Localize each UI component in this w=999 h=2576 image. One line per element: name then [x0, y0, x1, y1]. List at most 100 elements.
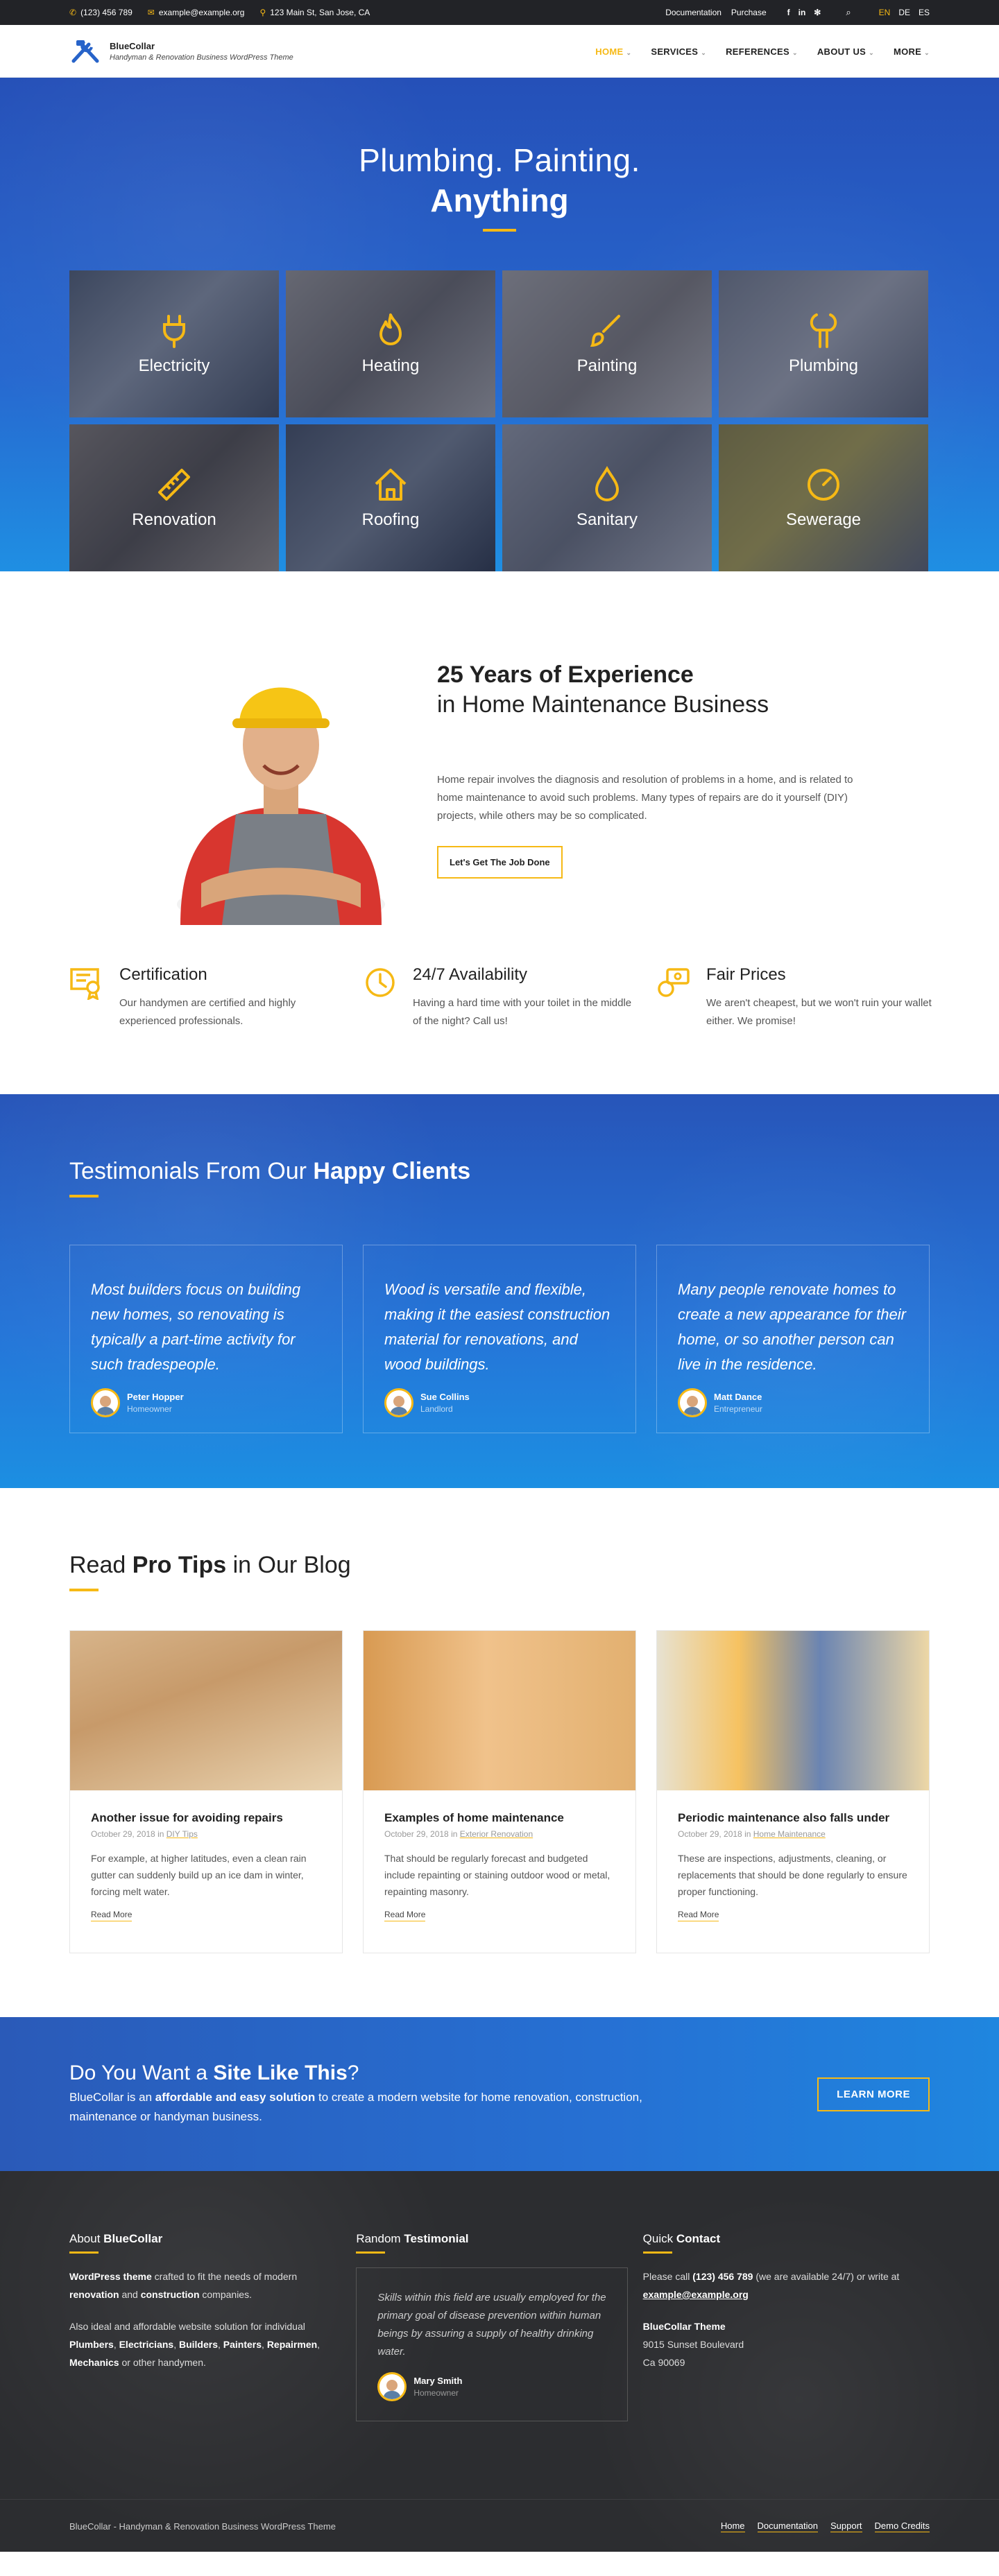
service-label: Renovation	[132, 510, 216, 529]
language-de[interactable]: DE	[898, 8, 910, 17]
testimonial-quote: Wood is versatile and flexible, making i…	[384, 1281, 610, 1373]
service-label: Roofing	[361, 510, 420, 529]
service-tile-renovation[interactable]: Renovation	[69, 424, 279, 571]
blog-post-meta: October 29, 2018 in Exterior Renovation	[384, 1829, 533, 1839]
blog-post-title[interactable]: Periodic maintenance also falls under	[678, 1811, 908, 1825]
email-contact[interactable]: ✉ example@example.org	[148, 8, 245, 17]
feature-fair-prices: Fair Prices We aren't cheapest, but we wo…	[656, 965, 950, 1030]
logo-tools-icon[interactable]	[69, 37, 101, 65]
read-more-link[interactable]: Read More	[91, 1910, 133, 1921]
feature-certification: Certification Our handymen are certified …	[69, 965, 363, 1030]
blog-post-category[interactable]: DIY Tips	[166, 1829, 198, 1839]
cta-text: BlueCollar is an affordable and easy sol…	[69, 2091, 642, 2123]
service-tile-electricity[interactable]: Electricity	[69, 270, 279, 417]
language-en[interactable]: EN	[879, 8, 891, 17]
chevron-down-icon: ⌄	[626, 49, 632, 56]
blog-post-excerpt: These are inspections, adjustments, clea…	[678, 1853, 907, 1897]
testimonial-name: Peter Hopper	[127, 1392, 184, 1402]
chevron-down-icon: ⌄	[792, 49, 798, 56]
read-more-link[interactable]: Read More	[384, 1910, 426, 1921]
service-tile-roofing[interactable]: Roofing	[286, 424, 495, 571]
blog-post-category[interactable]: Exterior Renovation	[460, 1829, 533, 1839]
blog-post-card: Examples of home maintenance October 29,…	[363, 1630, 636, 1953]
droplet-icon	[595, 466, 620, 501]
footer-testimonial-quote: Skills within this field are usually emp…	[377, 2292, 606, 2358]
hero-title-line2: Anything	[430, 182, 569, 218]
blog-post-title[interactable]: Another issue for avoiding repairs	[91, 1811, 321, 1825]
experience-paragraph: Home repair involves the diagnosis and r…	[437, 774, 853, 822]
search-icon[interactable]: ⌕	[846, 7, 851, 18]
footer-about: About BlueCollar WordPress theme crafted…	[69, 2232, 356, 2421]
service-tile-painting[interactable]: Painting	[502, 270, 712, 417]
yelp-icon[interactable]: ✻	[814, 8, 821, 17]
feature-text: Having a hard time with your toilet in t…	[413, 997, 632, 1027]
get-job-done-button[interactable]: Let's Get The Job Done	[437, 846, 563, 879]
chevron-down-icon: ⌄	[924, 49, 930, 56]
cta-heading: Do You Want a Site Like This?	[69, 2061, 359, 2084]
site-title[interactable]: BlueCollar	[110, 41, 293, 51]
footer-about-text: WordPress theme crafted to fit the needs…	[69, 2271, 298, 2300]
footer-link-support[interactable]: Support	[830, 2521, 862, 2532]
service-label: Sewerage	[785, 510, 862, 529]
blog-post-category[interactable]: Home Maintenance	[753, 1829, 826, 1839]
read-more-link[interactable]: Read More	[678, 1910, 719, 1921]
title-underline	[483, 229, 516, 232]
testimonials-heading: Testimonials From Our Happy Clients	[69, 1158, 471, 1184]
feature-title: Certification	[119, 965, 207, 984]
nav-about-us[interactable]: ABOUT US ⌄	[817, 46, 874, 57]
linkedin-icon[interactable]: in	[799, 8, 806, 17]
feature-title: 24/7 Availability	[413, 965, 527, 984]
testimonial-role: Homeowner	[127, 1404, 172, 1414]
map-pin-icon: ⚲	[259, 8, 266, 17]
documentation-link[interactable]: Documentation	[665, 8, 722, 17]
experience-subheading: in Home Maintenance Business	[437, 691, 769, 718]
footer-phone[interactable]: (123) 456 789	[692, 2271, 753, 2282]
nav-more[interactable]: MORE ⌄	[894, 46, 930, 57]
nav-services[interactable]: SERVICES ⌄	[651, 46, 706, 57]
footer-email-link[interactable]: example@example.org	[643, 2289, 749, 2300]
nav-home[interactable]: HOME ⌄	[595, 46, 631, 57]
footer-link-demo-credits[interactable]: Demo Credits	[874, 2521, 930, 2532]
copyright-text: BlueCollar - Handyman & Renovation Busin…	[69, 2521, 336, 2532]
blog-heading: Read Pro Tips in Our Blog	[69, 1552, 351, 1578]
testimonial-name: Sue Collins	[420, 1392, 470, 1402]
purchase-link[interactable]: Purchase	[731, 8, 767, 17]
footer-address: BlueCollar Theme 9015 Sunset Boulevard Ca …	[642, 2321, 744, 2368]
footer-contact-text: Please call (123) 456 789 (we are availa…	[642, 2271, 900, 2300]
service-tile-plumbing[interactable]: Plumbing	[719, 270, 928, 417]
blog-post-image[interactable]	[70, 1631, 342, 1790]
testimonial-card: Wood is versatile and flexible, making i…	[363, 1245, 636, 1433]
hero-title-line1: Plumbing. Painting.	[359, 142, 640, 178]
footer-link-documentation[interactable]: Documentation	[757, 2521, 818, 2532]
site-header: BlueCollar Handyman & Renovation Busines…	[0, 25, 999, 78]
phone-contact[interactable]: ✆ (123) 456 789	[69, 8, 133, 17]
plug-icon	[163, 315, 185, 348]
avatar	[678, 1388, 707, 1417]
hero-section: Plumbing. Painting. Anything Electricity…	[0, 78, 999, 571]
chevron-down-icon: ⌄	[869, 49, 874, 56]
blog-post-title[interactable]: Examples of home maintenance	[384, 1811, 615, 1825]
blog-post-image[interactable]	[364, 1631, 635, 1790]
testimonial-quote: Most builders focus on building new home…	[91, 1281, 301, 1373]
site-tagline: Handyman & Renovation Business WordPress…	[110, 53, 293, 62]
testimonials-section: Testimonials From Our Happy Clients Most…	[0, 1094, 999, 1488]
facebook-icon[interactable]: f	[787, 8, 790, 17]
blog-post-image[interactable]	[657, 1631, 929, 1790]
footer-link-home[interactable]: Home	[720, 2521, 745, 2532]
service-tile-heating[interactable]: Heating	[286, 270, 495, 417]
top-bar: ✆ (123) 456 789 ✉ example@example.org ⚲ 123…	[0, 0, 999, 25]
nav-references[interactable]: REFERENCES ⌄	[726, 46, 798, 57]
feature-availability: 24/7 Availability Having a hard time with…	[363, 965, 656, 1030]
service-tile-sanitary[interactable]: Sanitary	[502, 424, 712, 571]
language-es[interactable]: ES	[919, 8, 930, 17]
footer-contact: Quick Contact Please call (123) 456 789 …	[642, 2232, 930, 2421]
experience-section: 25 Years of Experience in Home Maintenan…	[0, 571, 999, 1094]
flame-icon	[379, 313, 402, 345]
site-footer: About BlueCollar WordPress theme crafted…	[0, 2171, 999, 2552]
clock-icon	[366, 968, 395, 997]
footer-heading: Quick Contact	[642, 2232, 721, 2245]
learn-more-button[interactable]: LEARN MORE	[817, 2077, 930, 2111]
service-label: Electricity	[138, 356, 210, 375]
certificate-icon	[70, 968, 100, 1000]
service-tile-sewerage[interactable]: Sewerage	[719, 424, 928, 571]
